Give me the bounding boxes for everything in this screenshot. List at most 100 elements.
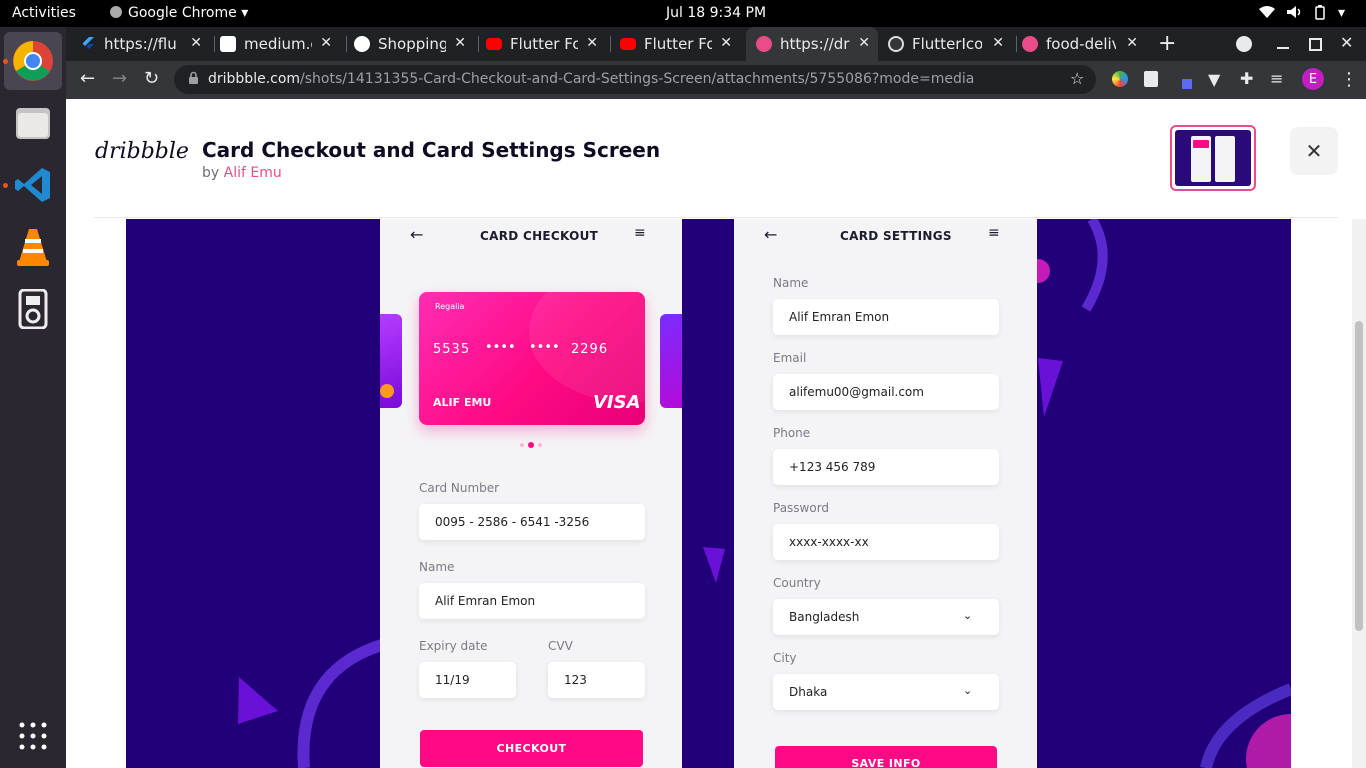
- close-tab-icon[interactable]: ✕: [720, 35, 732, 51]
- bookmark-star-icon[interactable]: ☆: [1070, 69, 1084, 88]
- close-tab-icon[interactable]: ✕: [320, 35, 332, 51]
- window-close-icon[interactable]: ✕: [1340, 33, 1353, 52]
- close-tab-icon[interactable]: ✕: [1126, 35, 1138, 51]
- tab-youtube-1[interactable]: Flutter Fo ✕: [486, 27, 606, 61]
- dock-media-player[interactable]: [4, 280, 62, 338]
- chrome-icon: [110, 6, 122, 18]
- shopping-icon: [354, 36, 370, 52]
- vlc-icon: [17, 229, 49, 266]
- scrollbar-track[interactable]: [1352, 219, 1366, 768]
- url-path: /shots/14131355-Card-Checkout-and-Card-S…: [300, 71, 975, 87]
- vue-devtools-icon[interactable]: ▼: [1208, 70, 1220, 89]
- new-tab-plus-icon[interactable]: +: [1158, 31, 1176, 56]
- carousel-dot-active[interactable]: [528, 442, 534, 448]
- tab-shopping[interactable]: Shopping ✕: [354, 27, 474, 61]
- carousel-dot[interactable]: [520, 443, 524, 447]
- profile-avatar[interactable]: E: [1302, 68, 1324, 90]
- menu-icon[interactable]: ≡: [988, 225, 1000, 241]
- app-name: Google Chrome: [128, 5, 237, 21]
- tab-title: Flutter Fo: [510, 35, 578, 53]
- clock[interactable]: Jul 18 9:34 PM: [666, 5, 766, 21]
- dock-files[interactable]: [4, 94, 62, 152]
- email-field[interactable]: alifemu00@gmail.com: [773, 374, 999, 410]
- prev-card[interactable]: [380, 314, 402, 408]
- menu-icon[interactable]: ≡: [634, 225, 646, 241]
- password-field[interactable]: xxxx-xxxx-xx: [773, 524, 999, 560]
- cvv-field[interactable]: 123: [548, 662, 645, 698]
- folder-icon: [16, 108, 50, 139]
- tab-youtube-2[interactable]: Flutter Fo ✕: [620, 27, 740, 61]
- city-select[interactable]: Dhaka ⌄: [773, 674, 999, 710]
- medium-icon: [220, 36, 236, 52]
- back-arrow-icon[interactable]: ←: [80, 68, 95, 89]
- address-bar[interactable]: dribbble.com/shots/14131355-Card-Checkou…: [174, 65, 1096, 94]
- tab-fluttericons[interactable]: FlutterIco ✕: [888, 27, 1012, 61]
- running-indicator: [3, 59, 8, 64]
- extensions-puzzle-icon[interactable]: ✚: [1240, 69, 1253, 88]
- country-select[interactable]: Bangladesh ⌄: [773, 599, 999, 635]
- card-number-field[interactable]: 0095 - 2586 - 6541 -3256: [419, 504, 645, 540]
- carousel-dot[interactable]: [538, 443, 542, 447]
- dribbble-logo[interactable]: dribbble: [95, 139, 189, 164]
- close-tab-icon[interactable]: ✕: [454, 35, 466, 51]
- kebab-menu-icon[interactable]: ⋮: [1340, 69, 1358, 90]
- grid-icon: [19, 722, 47, 750]
- expiry-field[interactable]: 11/19: [419, 662, 516, 698]
- back-arrow-icon[interactable]: ←: [764, 225, 777, 244]
- caret-down-icon: ▾: [241, 5, 249, 21]
- activities-button[interactable]: Activities: [12, 5, 76, 21]
- credit-card[interactable]: Regalia 5535 •••• •••• 2296 ALIF EMU VIS…: [419, 292, 645, 425]
- show-apps-button[interactable]: [19, 722, 47, 754]
- name-field[interactable]: Alif Emran Emon: [419, 583, 645, 619]
- url-domain: dribbble.com: [208, 71, 301, 87]
- close-tab-icon[interactable]: ✕: [586, 35, 598, 51]
- dock-vlc[interactable]: [4, 218, 62, 276]
- volume-icon[interactable]: [1286, 5, 1304, 23]
- author-link[interactable]: Alif Emu: [224, 165, 282, 181]
- next-card[interactable]: [660, 314, 682, 408]
- tab-medium[interactable]: medium.co ✕: [220, 27, 340, 61]
- system-menu-caret-icon[interactable]: ▾: [1338, 5, 1345, 21]
- app-menu[interactable]: Google Chrome ▾: [110, 5, 248, 21]
- by-label: by: [202, 165, 220, 181]
- media-queue-icon[interactable]: ≡: [1270, 69, 1283, 88]
- country-value: Bangladesh: [789, 610, 860, 624]
- battery-icon[interactable]: [1314, 5, 1326, 24]
- reload-icon[interactable]: ↻: [144, 68, 159, 89]
- extension-color-icon[interactable]: [1112, 71, 1128, 87]
- close-tab-icon[interactable]: ✕: [190, 35, 202, 51]
- forward-arrow-icon[interactable]: →: [112, 68, 127, 89]
- extension-document-icon[interactable]: [1144, 71, 1158, 87]
- phone-field[interactable]: +123 456 789: [773, 449, 999, 485]
- dock-chrome[interactable]: [3, 32, 62, 90]
- card-number-end: 2296: [571, 342, 609, 357]
- tab-food-delivery[interactable]: food-deliv ✕: [1022, 27, 1146, 61]
- tab-search-icon[interactable]: [1236, 36, 1252, 52]
- youtube-icon: [620, 38, 636, 50]
- wifi-icon[interactable]: [1258, 5, 1276, 23]
- close-tab-icon[interactable]: ✕: [992, 35, 1004, 51]
- dock: [0, 27, 66, 768]
- back-arrow-icon[interactable]: ←: [410, 225, 423, 244]
- close-tab-icon[interactable]: ✕: [858, 35, 870, 51]
- tab-flutter[interactable]: https://flu ✕: [80, 27, 210, 61]
- tab-divider: [346, 36, 347, 52]
- extension-picker-icon[interactable]: [1182, 79, 1192, 89]
- shot-image: ← CARD CHECKOUT ≡ Regalia 5535 •••• ••••…: [126, 219, 1291, 768]
- dock-vscode[interactable]: [3, 156, 62, 214]
- save-info-button[interactable]: SAVE INFO: [775, 746, 997, 768]
- system-top-bar: Activities Google Chrome ▾ Jul 18 9:34 P…: [0, 0, 1366, 27]
- minimize-icon[interactable]: [1277, 47, 1289, 49]
- checkout-button[interactable]: CHECKOUT: [420, 730, 643, 767]
- checkout-title: CARD CHECKOUT: [480, 229, 599, 243]
- close-shot-icon[interactable]: ✕: [1290, 127, 1338, 175]
- name-field[interactable]: Alif Emran Emon: [773, 299, 999, 335]
- attachment-thumbnail[interactable]: [1170, 125, 1256, 191]
- maximize-icon[interactable]: [1309, 38, 1322, 51]
- phone-label: Phone: [773, 426, 811, 440]
- flutter-icon: [80, 36, 96, 52]
- tab-dribbble-active[interactable]: https://dr ✕: [746, 27, 878, 61]
- scrollbar-thumb[interactable]: [1355, 321, 1363, 631]
- page-content: dribbble Card Checkout and Card Settings…: [66, 99, 1366, 768]
- tab-divider: [1016, 36, 1017, 52]
